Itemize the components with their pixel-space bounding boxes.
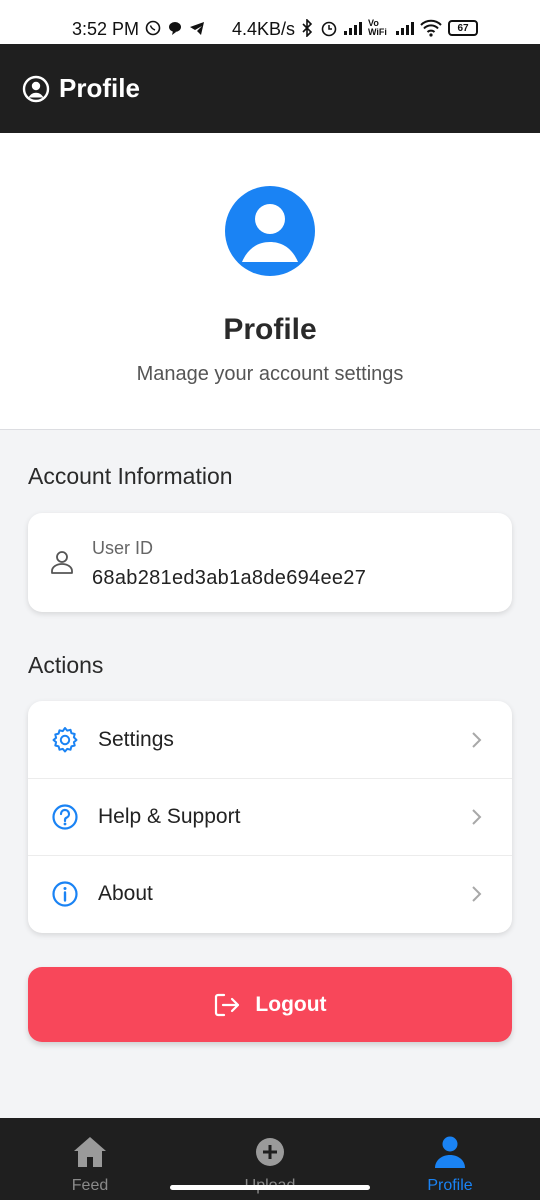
- home-indicator[interactable]: [170, 1185, 370, 1190]
- alarm-icon: [321, 21, 337, 37]
- nav-feed[interactable]: Feed: [0, 1118, 180, 1200]
- logout-button[interactable]: Logout: [28, 967, 512, 1042]
- account-circle-icon: [22, 75, 50, 102]
- gear-icon: [52, 726, 78, 752]
- user-icon: [51, 551, 73, 574]
- user-id-value: 68ab281ed3ab1a8de694ee27: [92, 567, 367, 589]
- battery-icon: 67: [448, 20, 478, 36]
- header-title: Profile: [59, 73, 140, 103]
- actions-section-title: Actions: [28, 652, 104, 678]
- settings-label: Settings: [98, 727, 174, 751]
- wifi-icon: [420, 19, 442, 37]
- user-id-card: User ID 68ab281ed3ab1a8de694ee27: [28, 513, 512, 612]
- person-icon: [242, 204, 298, 262]
- person-icon: [435, 1136, 465, 1168]
- actions-card: Settings Help & Support About: [28, 701, 512, 933]
- profile-title: Profile: [223, 313, 317, 346]
- nav-feed-label: Feed: [71, 1177, 109, 1194]
- system-icons: Vo WiFi 67: [300, 19, 478, 37]
- telegram-icon: [190, 22, 204, 35]
- status-time: 3:52 PM: [72, 19, 140, 39]
- chevron-right-icon: [472, 731, 482, 748]
- settings-row[interactable]: Settings: [28, 701, 512, 778]
- signal-icon: [344, 21, 362, 35]
- account-section-title: Account Information: [28, 463, 233, 489]
- help-support-row[interactable]: Help & Support: [28, 778, 512, 855]
- notification-icons: [145, 20, 205, 36]
- add-circle-icon: [256, 1138, 284, 1166]
- profile-hero: Profile Manage your account settings: [0, 133, 540, 430]
- about-row[interactable]: About: [28, 855, 512, 932]
- profile-subtitle: Manage your account settings: [136, 363, 404, 385]
- chat-icon: [169, 22, 181, 35]
- whatsapp-icon: [145, 20, 161, 36]
- info-icon: [52, 881, 78, 907]
- bluetooth-icon: [302, 19, 313, 37]
- signal-icon-2: [396, 21, 414, 35]
- help-circle-icon: [52, 804, 78, 830]
- home-icon: [74, 1137, 106, 1167]
- chevron-right-icon: [472, 809, 482, 825]
- logout-label: Logout: [255, 992, 327, 1016]
- vowifi-label: Vo WiFi: [368, 18, 387, 37]
- avatar: [225, 186, 315, 276]
- chevron-right-icon: [472, 886, 482, 902]
- status-bar: 3:52 PM 4.4KB/s Vo WiFi 67: [0, 0, 540, 44]
- app-header: Profile: [0, 44, 540, 133]
- network-speed: 4.4KB/s: [232, 19, 296, 39]
- nav-profile-label: Profile: [427, 1177, 473, 1194]
- nav-profile[interactable]: Profile: [360, 1118, 540, 1200]
- user-id-label: User ID: [92, 538, 154, 558]
- logout-icon: [215, 993, 240, 1016]
- about-label: About: [98, 882, 153, 905]
- help-support-label: Help & Support: [98, 805, 241, 828]
